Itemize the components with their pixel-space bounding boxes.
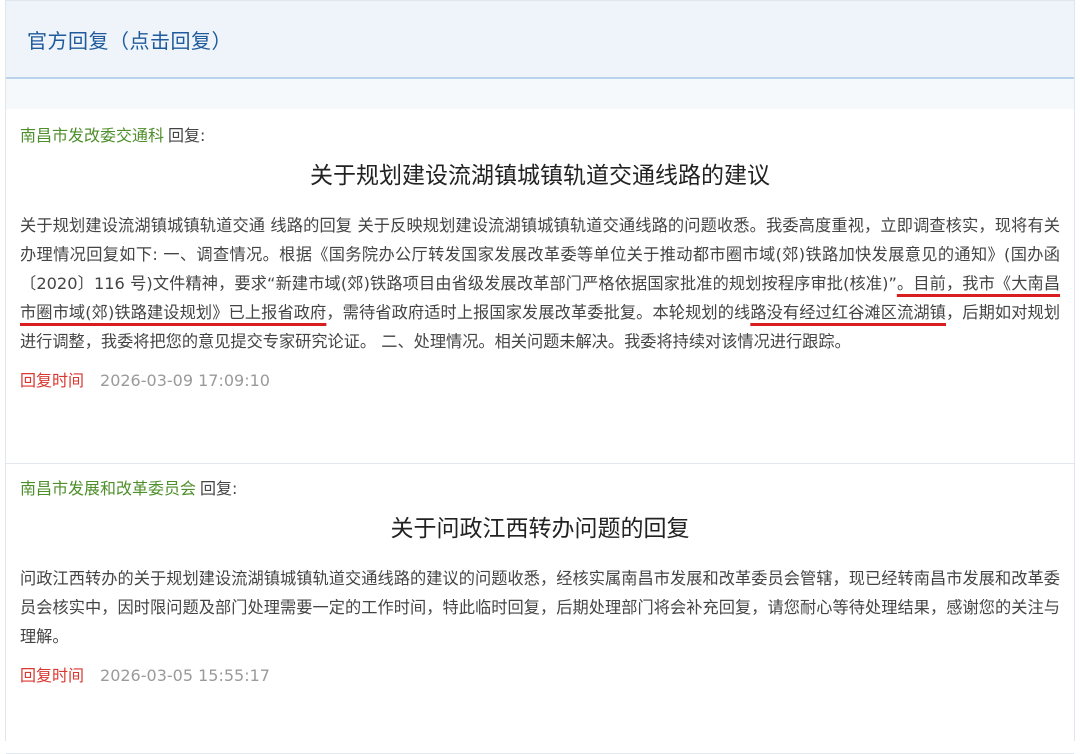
highlighted-text: 路没有经过红谷滩区流湖镇	[750, 303, 946, 322]
replier-department[interactable]: 南昌市发展和改革委员会	[20, 479, 196, 498]
reply-time-label: 回复时间	[20, 371, 85, 390]
reply-meta: 回复时间 2026-03-05 15:55:17	[20, 665, 1060, 687]
reply-time: 2026-03-09 17:09:10	[100, 371, 270, 390]
reply-title: 关于问政江西转办问题的回复	[390, 516, 690, 542]
reply-suffix: 回复:	[200, 479, 238, 498]
reply-suffix: 回复:	[168, 126, 206, 145]
reply-time-label: 回复时间	[20, 666, 85, 685]
official-reply-title-link[interactable]: 官方回复（点击回复）	[27, 25, 232, 54]
reply-item: 南昌市发改委交通科 回复: 关于规划建设流湖镇城镇轨道交通线路的建议 关于规划建设…	[6, 109, 1074, 464]
replier-line: 南昌市发改委交通科 回复:	[20, 125, 1060, 147]
replier-line: 南昌市发展和改革委员会 回复:	[20, 478, 1060, 500]
panel-header: 官方回复（点击回复）	[6, 1, 1074, 79]
official-reply-panel: 官方回复（点击回复） 南昌市发改委交通科 回复: 关于规划建设流湖镇城镇轨道交通线…	[5, 0, 1075, 754]
reply-title: 关于规划建设流湖镇城镇轨道交通线路的建议	[310, 163, 770, 189]
replier-department[interactable]: 南昌市发改委交通科	[20, 126, 164, 145]
reply-item: 南昌市发展和改革委员会 回复: 关于问政江西转办问题的回复 问政江西转办的关于规划…	[6, 464, 1074, 754]
reply-body: 关于规划建设流湖镇城镇轨道交通 线路的回复 关于反映规划建设流湖镇城镇轨道交通线…	[20, 211, 1060, 356]
header-spacer	[6, 79, 1074, 109]
reply-meta: 回复时间 2026-03-09 17:09:10	[20, 370, 1060, 392]
reply-body-text: ，需待省政府适时上报国家发展改革委批复。本轮规划的线	[326, 303, 751, 322]
reply-body: 问政江西转办的关于规划建设流湖镇城镇轨道交通线路的建议的问题收悉，经核实属南昌市…	[20, 569, 1060, 646]
reply-time: 2026-03-05 15:55:17	[100, 666, 270, 685]
